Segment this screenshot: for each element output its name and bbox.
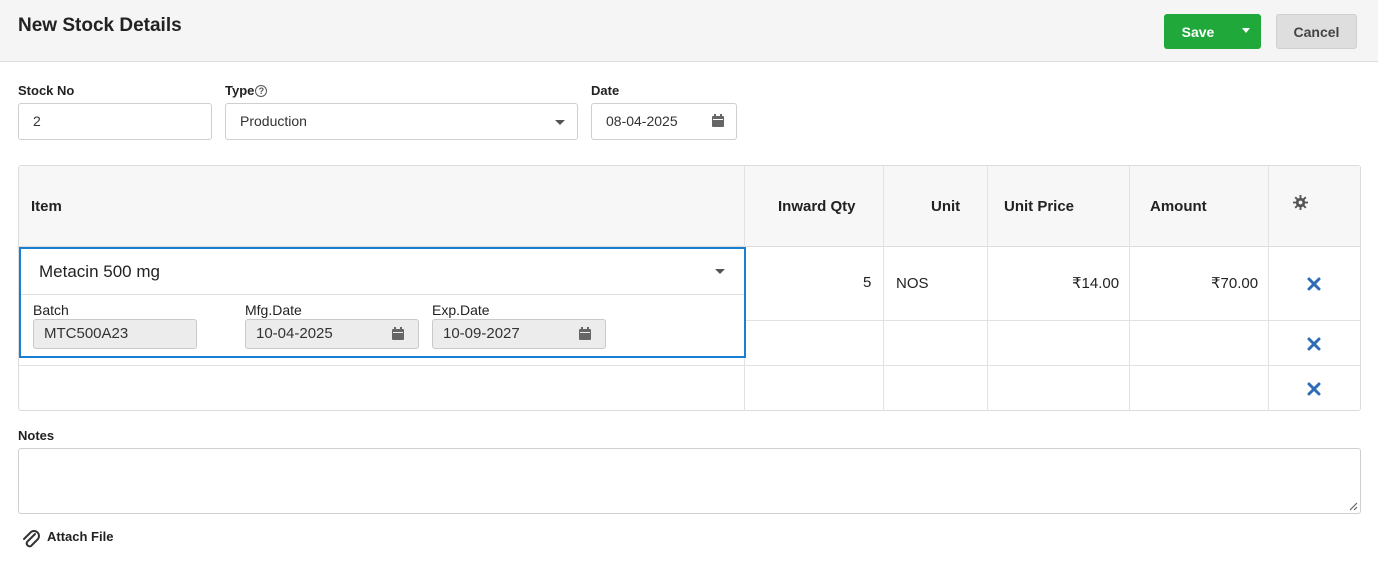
calendar-icon[interactable] bbox=[711, 114, 725, 128]
paperclip-icon bbox=[23, 530, 40, 548]
batch-input[interactable]: MTC500A23 bbox=[33, 319, 197, 349]
column-header-amount: Amount bbox=[1150, 198, 1207, 215]
type-value: Production bbox=[240, 113, 307, 129]
save-options-dropdown[interactable] bbox=[1232, 14, 1261, 49]
help-icon[interactable]: ? bbox=[255, 85, 268, 97]
column-header-unit-price: Unit Price bbox=[1004, 198, 1075, 215]
gear-icon[interactable] bbox=[1293, 195, 1308, 210]
notes-label: Notes bbox=[18, 428, 55, 443]
close-icon[interactable] bbox=[1307, 277, 1321, 291]
close-icon[interactable] bbox=[1307, 382, 1321, 396]
notes-textarea[interactable] bbox=[18, 448, 1361, 514]
column-divider bbox=[987, 166, 988, 411]
mfg-date-value: 10-04-2025 bbox=[256, 325, 333, 342]
batch-label: Batch bbox=[33, 302, 69, 318]
resize-grip-icon[interactable] bbox=[1348, 501, 1358, 511]
calendar-icon[interactable] bbox=[578, 327, 592, 341]
page-header: New Stock Details Save Cancel bbox=[0, 0, 1378, 62]
stock-no-value: 2 bbox=[33, 113, 41, 129]
column-divider bbox=[1129, 166, 1130, 411]
item-editor-panel: Metacin 500 mg Batch MTC500A23 Mfg.Date … bbox=[19, 247, 746, 358]
item-select-value: Metacin 500 mg bbox=[39, 262, 160, 281]
unit-price-cell[interactable]: ₹14.00 bbox=[1072, 274, 1119, 292]
column-header-unit: Unit bbox=[931, 198, 961, 215]
item-cell-empty[interactable] bbox=[19, 366, 744, 411]
exp-date-value: 10-09-2027 bbox=[443, 325, 520, 342]
close-icon[interactable] bbox=[1307, 337, 1321, 351]
column-divider bbox=[1268, 166, 1269, 411]
type-select[interactable]: Production bbox=[225, 103, 578, 140]
grid-header: Item Inward Qty Unit Unit Price Amount bbox=[19, 166, 1360, 247]
exp-date-label: Exp.Date bbox=[432, 302, 490, 318]
attach-file-label: Attach File bbox=[47, 529, 114, 544]
date-input[interactable]: 08-04-2025 bbox=[591, 103, 737, 140]
mfg-date-input[interactable]: 10-04-2025 bbox=[245, 319, 419, 349]
type-label: Type bbox=[225, 83, 255, 98]
attach-file-link[interactable]: Attach File bbox=[21, 528, 113, 550]
calendar-icon[interactable] bbox=[391, 327, 405, 341]
date-value: 08-04-2025 bbox=[606, 113, 678, 129]
inward-qty-cell[interactable]: 5 bbox=[863, 274, 871, 291]
amount-cell: ₹70.00 bbox=[1211, 275, 1259, 292]
date-label: Date bbox=[591, 83, 620, 98]
exp-date-input[interactable]: 10-09-2027 bbox=[432, 319, 606, 349]
mfg-date-label: Mfg.Date bbox=[245, 302, 302, 318]
stock-no-input[interactable]: 2 bbox=[18, 103, 212, 140]
type-label-group: Type? bbox=[225, 83, 268, 98]
column-header-inward-qty: Inward Qty bbox=[778, 198, 856, 215]
caret-down-icon bbox=[555, 120, 565, 125]
cancel-button[interactable]: Cancel bbox=[1276, 14, 1357, 49]
save-button[interactable]: Save bbox=[1164, 14, 1232, 49]
batch-value: MTC500A23 bbox=[44, 325, 129, 342]
item-select[interactable]: Metacin 500 mg bbox=[21, 249, 744, 295]
page-title: New Stock Details bbox=[18, 15, 182, 36]
save-button-group: Save bbox=[1164, 14, 1261, 49]
caret-down-icon bbox=[1242, 28, 1250, 33]
stock-no-label: Stock No bbox=[18, 83, 75, 98]
column-header-item: Item bbox=[31, 198, 62, 215]
unit-cell[interactable]: NOS bbox=[896, 275, 929, 292]
column-divider bbox=[883, 166, 884, 411]
caret-down-icon bbox=[715, 269, 725, 274]
